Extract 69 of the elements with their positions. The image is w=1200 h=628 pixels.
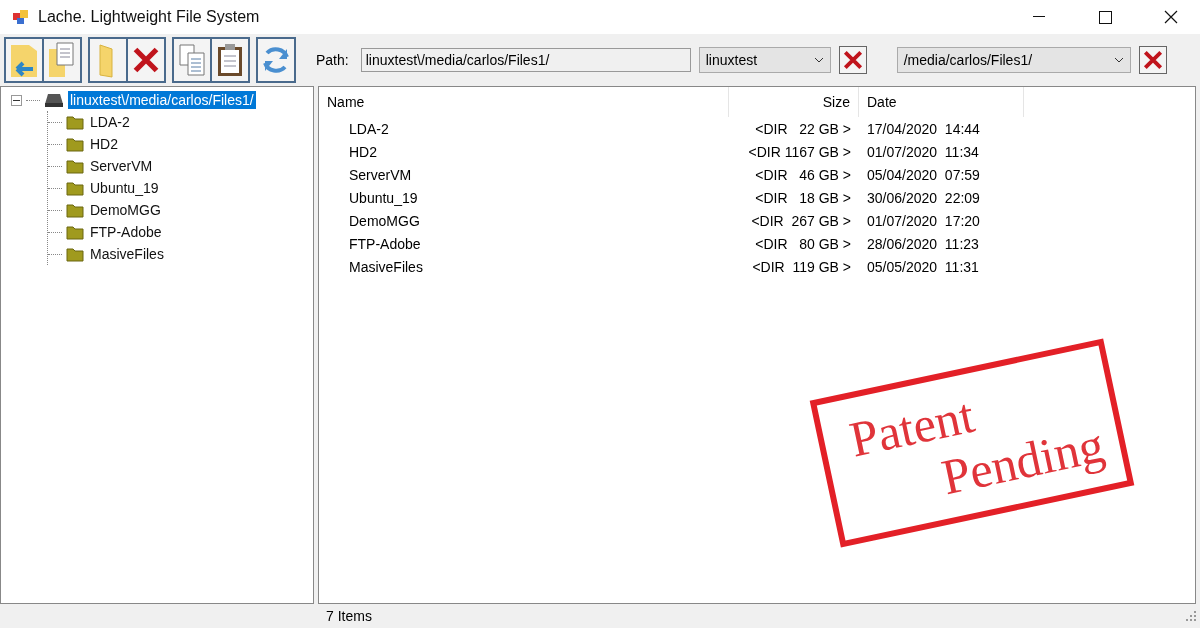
host-dropdown[interactable]: linuxtest <box>698 47 831 73</box>
table-cell-text: <DIR 18 GB > <box>754 189 852 206</box>
clipboard-icon <box>216 42 244 78</box>
table-cell-text: 30/06/2020 22:09 <box>866 189 981 206</box>
table-cell-text: 01/07/2020 17:20 <box>866 212 981 229</box>
table-cell-text: <DIR 22 GB > <box>754 120 852 137</box>
table-cell-text: 01/07/2020 11:34 <box>866 143 980 160</box>
toolbar-button[interactable] <box>210 37 250 83</box>
tree-item[interactable]: Ubuntu_19 <box>88 179 161 197</box>
table-cell-text: 28/06/2020 11:23 <box>866 235 980 252</box>
close-icon <box>1164 10 1178 24</box>
caret-icon <box>1113 57 1124 63</box>
tree-item[interactable]: DemoMGG <box>88 201 163 219</box>
table-cell-text: FTP-Adobe <box>348 235 422 252</box>
tree-item[interactable]: ServerVM <box>88 157 155 175</box>
caret-icon <box>813 57 824 63</box>
table-cell-text: 17/04/2020 14:44 <box>866 120 981 137</box>
minimize-icon <box>1033 16 1045 18</box>
maximize-icon <box>1098 10 1112 24</box>
path-label: Path: <box>316 52 349 68</box>
folder-icon <box>66 246 84 262</box>
folder-icon <box>66 158 84 174</box>
column-header[interactable]: Date <box>859 87 1024 117</box>
folder-icon <box>66 114 84 130</box>
folder-dropdown[interactable]: /media/carlos/Files1/ <box>896 47 1131 73</box>
folder-icon <box>66 136 84 152</box>
table-cell-text: <DIR 267 GB > <box>750 212 852 229</box>
app-icon <box>12 9 30 25</box>
tree-item[interactable]: MasiveFiles <box>88 245 166 263</box>
path-field[interactable]: linuxtest\/media/carlos/Files1/ <box>360 48 691 72</box>
table-cell-text: <DIR 119 GB > <box>751 258 852 275</box>
folder-icon <box>66 202 84 218</box>
folder-icon <box>66 180 84 196</box>
toolbar-button[interactable] <box>256 37 296 83</box>
table-cell-text: HD2 <box>348 143 378 160</box>
column-header[interactable]: Name <box>319 87 729 117</box>
drive-icon <box>44 92 64 108</box>
table-cell-text: LDA-2 <box>348 120 390 137</box>
table-cell-text: <DIR 80 GB > <box>754 235 852 252</box>
table-cell-text: ServerVM <box>348 166 413 183</box>
clear-button[interactable] <box>1138 46 1167 74</box>
table-cell-text: 05/05/2020 11:31 <box>866 258 980 275</box>
status-text: 7 Items <box>326 608 372 624</box>
tree-item[interactable]: linuxtest\/media/carlos/Files1/ <box>68 91 256 109</box>
table-cell-text: <DIR 46 GB > <box>754 166 852 183</box>
table-cell-text: Ubuntu_19 <box>348 189 419 206</box>
clear-button[interactable] <box>838 46 867 74</box>
table-cell-text: MasiveFiles <box>348 258 424 275</box>
toolbar-button[interactable] <box>4 37 44 83</box>
delete-icon <box>1141 49 1164 71</box>
tree-item[interactable]: LDA-2 <box>88 113 132 131</box>
table-cell-text: <DIR 1167 GB > <box>747 143 852 160</box>
delete-icon <box>841 49 864 71</box>
table-cell-text: 05/04/2020 07:59 <box>866 166 981 183</box>
column-header[interactable]: Size <box>729 87 859 117</box>
window-title: Lache. Lightweight File System <box>38 8 261 26</box>
folder-document-icon <box>47 41 77 79</box>
delete-icon <box>131 45 161 75</box>
copy-icon <box>177 42 207 78</box>
toolbar-button[interactable] <box>88 37 128 83</box>
folder-icon <box>66 224 84 240</box>
tree-item[interactable]: HD2 <box>88 135 120 153</box>
collapse-toggle[interactable] <box>11 94 22 106</box>
toolbar-button[interactable] <box>126 37 166 83</box>
toolbar-button[interactable] <box>172 37 212 83</box>
table-cell-text: DemoMGG <box>348 212 421 229</box>
tree-item[interactable]: FTP-Adobe <box>88 223 164 241</box>
resize-grip-icon[interactable] <box>1186 611 1196 621</box>
toolbar-button[interactable] <box>42 37 82 83</box>
